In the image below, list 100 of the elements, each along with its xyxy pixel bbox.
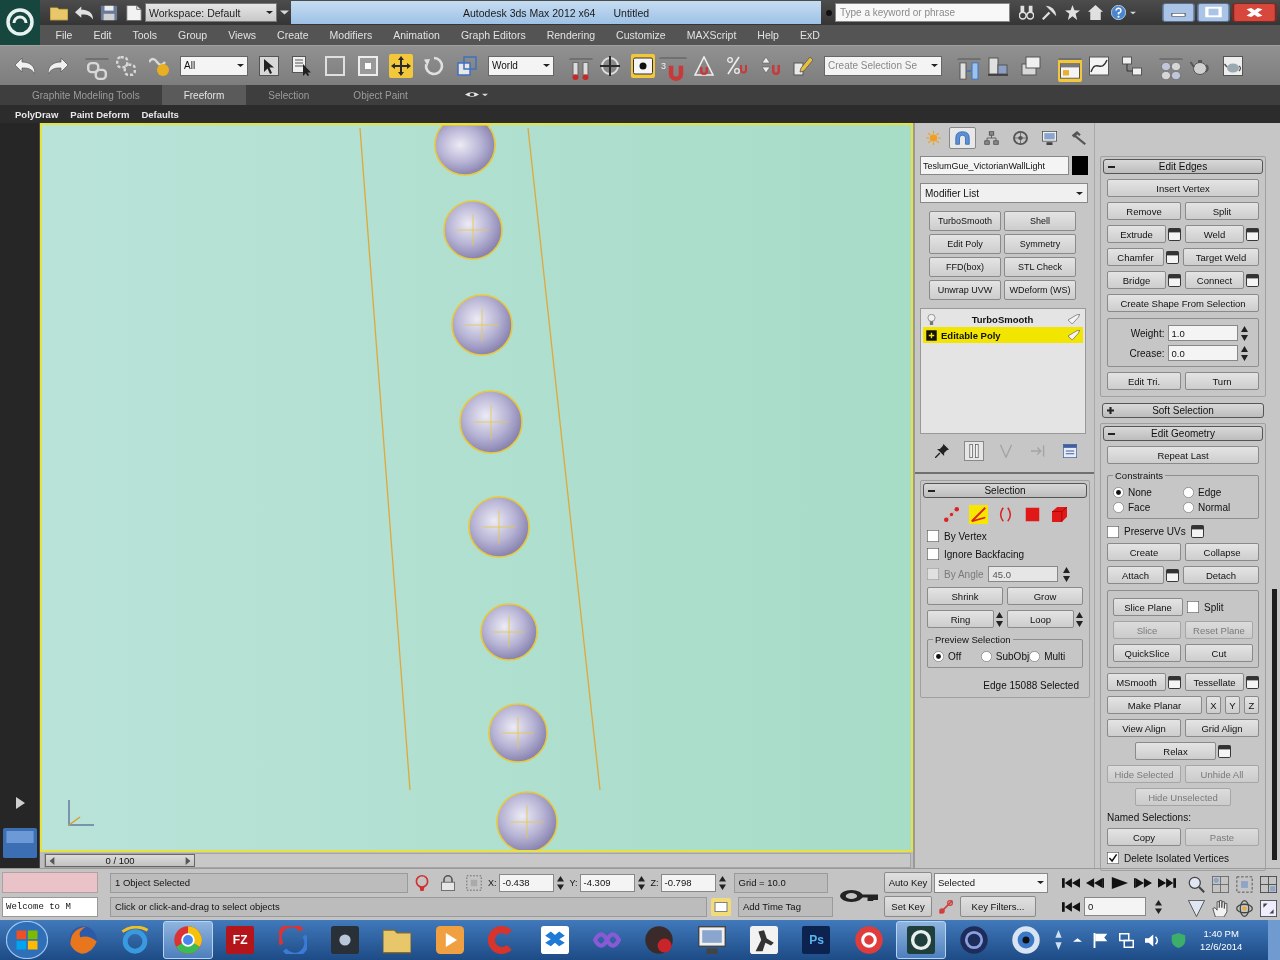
modifier-button[interactable]: Unwrap UVW — [929, 280, 1001, 300]
panel-button[interactable]: Split — [1185, 202, 1259, 220]
triangle-icon[interactable] — [1188, 900, 1205, 917]
radio-label[interactable]: Face — [1128, 502, 1151, 513]
dotted-square-icon[interactable] — [466, 874, 482, 891]
panel-button[interactable]: QuickSlice — [1113, 644, 1181, 662]
lock-icon[interactable] — [440, 874, 456, 891]
caret-icon[interactable] — [1130, 10, 1136, 15]
flag-icon[interactable] — [1093, 932, 1109, 948]
modifier-button[interactable]: STL Check — [1004, 257, 1076, 277]
modifier-button[interactable]: Edit Poly — [929, 234, 1001, 254]
value-field[interactable]: 1.0 — [1167, 325, 1238, 341]
triangle-magnet-icon[interactable] — [692, 53, 716, 78]
magnifier-icon[interactable] — [1188, 876, 1205, 893]
panel-button[interactable]: Remove — [1107, 202, 1181, 220]
lightbulb-icon[interactable] — [926, 313, 937, 325]
spinner-icon[interactable] — [1063, 566, 1071, 582]
play-icon[interactable] — [1110, 876, 1128, 889]
tile-icon[interactable] — [2, 828, 37, 858]
pushpin-icon[interactable] — [932, 441, 952, 461]
spinner-icon[interactable] — [996, 611, 1003, 627]
file-icon[interactable] — [125, 4, 143, 21]
spinner-icon[interactable] — [1240, 345, 1248, 361]
curved-arrow-icon[interactable] — [75, 4, 93, 21]
panel-button[interactable]: Tessellate — [1185, 673, 1244, 691]
color-swatch-icon[interactable] — [1072, 156, 1088, 175]
panel-button[interactable]: Detach — [1183, 566, 1259, 584]
spinner-icon[interactable] — [1240, 325, 1248, 341]
panel-button[interactable]: Extrude — [1107, 225, 1166, 243]
spinner-icon[interactable] — [637, 875, 645, 890]
window-crossing-icon[interactable] — [356, 53, 380, 78]
close-button[interactable] — [1232, 3, 1277, 22]
window-icon[interactable] — [1190, 525, 1204, 538]
window-icon[interactable] — [1246, 273, 1259, 287]
checkbox[interactable] — [1187, 601, 1199, 613]
menu-item[interactable]: Edit — [82, 29, 122, 41]
window-icon[interactable] — [1168, 227, 1181, 241]
chain-link-icon[interactable] — [85, 58, 109, 82]
square-outline-icon[interactable] — [323, 53, 347, 78]
radio-label[interactable]: Edge — [1198, 487, 1222, 498]
prev-frame-icon[interactable] — [1086, 876, 1104, 889]
panel-button[interactable]: Edit Tri. — [1107, 372, 1181, 390]
axis-button[interactable]: Z — [1244, 696, 1259, 714]
auto-key-button[interactable]: Auto Key — [884, 872, 932, 893]
caret-icon[interactable] — [481, 93, 488, 97]
scale-icon[interactable] — [455, 53, 479, 78]
coordinate-field[interactable]: -4.309 — [579, 873, 635, 892]
time-slider-track[interactable]: 0 / 100 — [44, 853, 911, 868]
plus-box-icon[interactable] — [926, 329, 937, 341]
menu-item[interactable]: Help — [746, 29, 790, 41]
rollout-header[interactable]: Soft Selection — [1102, 403, 1264, 418]
radio-button[interactable] — [1183, 487, 1194, 498]
line-dots-icon[interactable] — [938, 898, 954, 915]
cursor-icon[interactable] — [257, 53, 281, 78]
panel-button[interactable]: Chamfer — [1107, 248, 1164, 266]
menu-item[interactable]: Tools — [122, 29, 168, 41]
menu-item[interactable]: Create — [266, 29, 320, 41]
cone-icon[interactable] — [1068, 330, 1080, 340]
checkbox[interactable] — [1107, 525, 1119, 538]
radio-button[interactable] — [1113, 502, 1124, 513]
panel-button[interactable]: Copy — [1107, 828, 1181, 846]
bulb-icon[interactable] — [414, 874, 430, 891]
panel-button[interactable]: Bridge — [1107, 271, 1166, 289]
rollout-header[interactable]: Edit Edges — [1103, 159, 1263, 174]
eye-icon[interactable] — [464, 90, 479, 99]
taskbar-button[interactable]: Ps — [791, 921, 842, 959]
object-name-field[interactable]: TeslumGue_VictorianWallLight — [920, 156, 1069, 175]
broken-chain-icon[interactable] — [114, 53, 138, 78]
checkbox-label[interactable]: Preserve UVs — [1124, 526, 1186, 537]
spinner-icon[interactable] — [556, 875, 564, 890]
menu-item[interactable]: Animation — [382, 29, 451, 41]
radio-button[interactable] — [1029, 651, 1041, 662]
spinner-icon[interactable] — [718, 875, 726, 890]
maximize-toggle-icon[interactable] — [1260, 900, 1277, 917]
modifier-button[interactable]: WDeform (WS) — [1004, 280, 1076, 300]
go-end-icon[interactable] — [1158, 876, 1176, 889]
radio-label[interactable]: SubObj — [995, 651, 1030, 662]
curve-window-icon[interactable] — [1087, 53, 1111, 78]
star-icon[interactable] — [1065, 5, 1080, 20]
folder-icon[interactable] — [50, 4, 68, 21]
radio-button[interactable] — [980, 651, 992, 662]
modifier-button[interactable]: Shell — [1004, 211, 1076, 231]
extents-grid-icon[interactable] — [1260, 876, 1277, 893]
window-icon[interactable] — [1168, 675, 1181, 689]
panel-button[interactable]: Make Planar — [1107, 696, 1202, 714]
minus-icon[interactable] — [928, 489, 935, 492]
panel-button[interactable]: Slice Plane — [1113, 598, 1183, 616]
taskbar-button[interactable] — [896, 921, 947, 959]
cone-icon[interactable] — [1068, 314, 1080, 324]
modifier-button[interactable]: TurboSmooth — [929, 211, 1001, 231]
modifier-button[interactable]: FFD(box) — [929, 257, 1001, 277]
spheres-icon[interactable] — [1159, 58, 1183, 82]
window-icon[interactable] — [1166, 568, 1179, 582]
binoculars-icon[interactable] — [1019, 5, 1034, 20]
ribbon-tab[interactable]: Object Paint — [331, 85, 430, 105]
modifier-stack-item[interactable]: Editable Poly — [923, 327, 1083, 343]
window-icon[interactable] — [1168, 273, 1181, 287]
toolbar-dropdown[interactable]: World — [488, 55, 554, 76]
move-icon[interactable] — [389, 53, 413, 78]
linked-boxes-icon[interactable] — [1120, 53, 1144, 78]
